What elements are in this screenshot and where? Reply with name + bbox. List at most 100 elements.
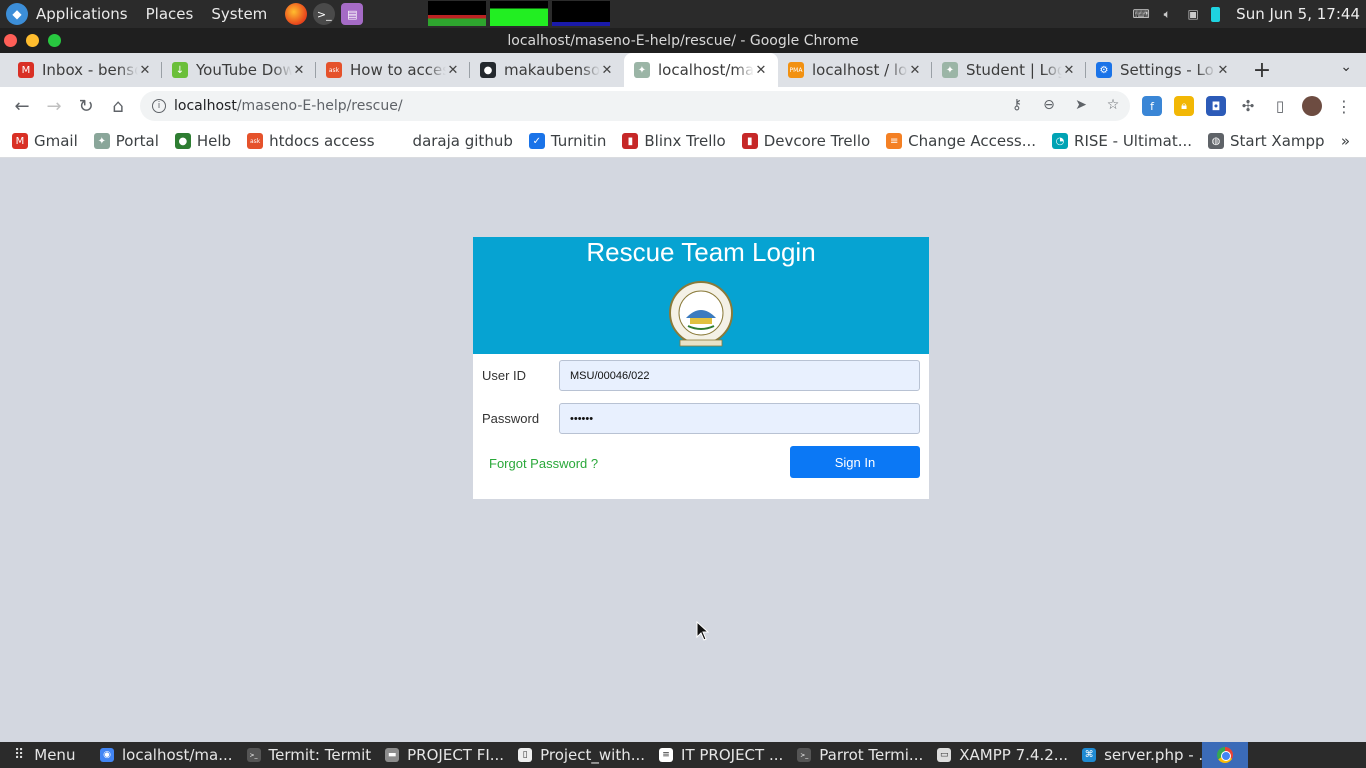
document-icon: ▯ bbox=[518, 748, 533, 762]
places-menu[interactable]: Places bbox=[146, 5, 194, 23]
keyboard-icon[interactable]: ⌨ bbox=[1133, 7, 1150, 21]
tab-search-icon[interactable]: ⌄ bbox=[1340, 59, 1352, 75]
network-icon[interactable]: ▣ bbox=[1185, 7, 1201, 21]
close-tab-icon[interactable]: ✕ bbox=[908, 63, 922, 78]
bookmark-label: Turnitin bbox=[550, 132, 607, 150]
reload-icon[interactable]: ↻ bbox=[74, 94, 98, 118]
writer-icon: ≡ bbox=[659, 748, 674, 762]
bookmark-item[interactable]: M Gmail bbox=[12, 132, 78, 150]
close-tab-icon[interactable]: ✕ bbox=[1216, 63, 1230, 78]
bookmark-label: Start Xampp bbox=[1230, 132, 1325, 150]
bookmark-item[interactable]: daraja github bbox=[390, 132, 513, 150]
browser-tab[interactable]: PMA localhost / lo ✕ bbox=[778, 53, 932, 87]
download-icon: ↓ bbox=[172, 62, 188, 78]
new-tab-button[interactable]: + bbox=[1248, 53, 1276, 87]
firefox-launcher-icon[interactable] bbox=[285, 3, 308, 25]
browser-tab[interactable]: ✦ localhost/ma ✕ bbox=[624, 53, 778, 87]
sign-in-button[interactable]: Sign In bbox=[790, 446, 920, 478]
bookmark-item[interactable]: ▮ Devcore Trello bbox=[741, 132, 870, 150]
window-title: localhost/maseno-E-help/rescue/ - Google… bbox=[507, 32, 859, 49]
home-icon[interactable]: ⌂ bbox=[106, 94, 130, 118]
extension-icon[interactable]: ◘ bbox=[1206, 96, 1226, 116]
login-header: Rescue Team Login bbox=[473, 237, 929, 354]
bookmark-label: Change Access... bbox=[908, 132, 1037, 150]
userid-input[interactable]: MSU/00046/022 bbox=[559, 360, 920, 391]
clock[interactable]: Sun Jun 5, 17:44 bbox=[1236, 5, 1360, 23]
notes-launcher-icon[interactable]: ▤ bbox=[341, 3, 364, 25]
browser-tab[interactable]: ✦ Student | Log ✕ bbox=[932, 53, 1086, 87]
close-tab-icon[interactable]: ✕ bbox=[292, 63, 306, 78]
puzzle-icon[interactable]: ✣ bbox=[1238, 96, 1258, 116]
browser-tab[interactable]: M Inbox - benso ✕ bbox=[8, 53, 162, 87]
bookmark-item[interactable]: ● Helb bbox=[174, 132, 232, 150]
close-tab-icon[interactable]: ✕ bbox=[1062, 63, 1076, 78]
maseno-university-seal bbox=[669, 281, 733, 347]
bookmark-item[interactable]: ask htdocs access bbox=[247, 132, 375, 150]
bookmark-item[interactable]: ◔ RISE - Ultimat... bbox=[1052, 132, 1192, 150]
system-monitors bbox=[428, 1, 610, 26]
browser-tab[interactable]: ● makaubenson ✕ bbox=[470, 53, 624, 87]
lock-extension-icon[interactable]: 🔒︎ bbox=[1174, 96, 1194, 116]
applications-menu[interactable]: Applications bbox=[36, 5, 128, 23]
back-icon[interactable]: ← bbox=[10, 94, 34, 118]
browser-tab[interactable]: ask How to acces ✕ bbox=[316, 53, 470, 87]
bookmark-item[interactable]: ◍ Start Xampp bbox=[1208, 132, 1325, 150]
key-icon[interactable]: ⚷ bbox=[1008, 96, 1026, 114]
bookmark-label: htdocs access bbox=[269, 132, 375, 150]
browser-tab[interactable]: ⚙ Settings - Lo ✕ bbox=[1086, 53, 1240, 87]
chrome-taskbar-button[interactable] bbox=[1202, 742, 1248, 768]
browser-toolbar: ← → ↻ ⌂ i localhost/maseno-E-help/rescue… bbox=[0, 87, 1366, 125]
close-window-button[interactable] bbox=[4, 34, 17, 47]
forward-icon[interactable]: → bbox=[42, 94, 66, 118]
bookmark-item[interactable]: ✓ Turnitin bbox=[528, 132, 607, 150]
forgot-password-link[interactable]: Forgot Password ? bbox=[489, 456, 598, 471]
browser-tab[interactable]: ↓ YouTube Dow ✕ bbox=[162, 53, 316, 87]
system-menu[interactable]: System bbox=[211, 5, 267, 23]
taskbar-window-button[interactable]: ≡ IT PROJECT ... bbox=[659, 746, 783, 764]
system-panel: ◆ Applications Places System >_ ▤ ⌨ 🔈︎ ▣… bbox=[0, 0, 1366, 28]
maximize-window-button[interactable] bbox=[48, 34, 61, 47]
bookmark-label: Helb bbox=[196, 132, 232, 150]
taskbar-window-button[interactable]: ⌘ server.php - ... bbox=[1082, 746, 1213, 764]
chrome-icon bbox=[1217, 747, 1233, 763]
globe-icon: ◍ bbox=[1208, 133, 1225, 149]
parrot-logo-icon[interactable]: ◆ bbox=[6, 3, 28, 25]
taskbar-window-button[interactable]: ▬ PROJECT FI... bbox=[385, 746, 504, 764]
volume-icon[interactable]: 🔈︎ bbox=[1159, 7, 1175, 21]
close-tab-icon[interactable]: ✕ bbox=[600, 63, 614, 78]
tab-title: Student | Log bbox=[966, 61, 1062, 79]
password-input[interactable]: •••••• bbox=[559, 403, 920, 434]
send-icon[interactable]: ➤ bbox=[1072, 96, 1090, 114]
sidepanel-icon[interactable]: ▯ bbox=[1270, 96, 1290, 116]
window-controls bbox=[4, 34, 61, 47]
more-bookmarks-icon[interactable]: » bbox=[1341, 132, 1350, 150]
taskbar-window-button[interactable]: >_ Termit: Termit bbox=[246, 746, 371, 764]
chrome-menu-icon[interactable]: ⋮ bbox=[1334, 96, 1354, 116]
extension-icon[interactable]: f bbox=[1142, 96, 1162, 116]
battery-icon[interactable] bbox=[1211, 6, 1221, 22]
site-info-icon[interactable]: i bbox=[152, 99, 166, 113]
avatar[interactable] bbox=[1302, 96, 1322, 116]
bookmark-item[interactable]: ✦ Portal bbox=[93, 132, 159, 150]
taskbar-window-button[interactable]: ▭ XAMPP 7.4.2... bbox=[937, 746, 1068, 764]
close-tab-icon[interactable]: ✕ bbox=[754, 63, 768, 78]
tab-strip: M Inbox - benso ✕ ↓ YouTube Dow ✕ ask How to ac… bbox=[0, 53, 1366, 87]
bookmark-item[interactable]: ▮ Blinx Trello bbox=[622, 132, 726, 150]
bookmark-item[interactable]: ≡ Change Access... bbox=[886, 132, 1036, 150]
taskbar-window-button[interactable]: >_ Parrot Termi... bbox=[797, 746, 923, 764]
terminal-launcher-icon[interactable]: >_ bbox=[313, 3, 336, 25]
taskbar-window-label: server.php - ... bbox=[1104, 746, 1213, 764]
password-row: Password •••••• bbox=[482, 403, 920, 434]
address-bar[interactable]: i localhost/maseno-E-help/rescue/ ⚷ ⊖ ➤ … bbox=[140, 91, 1130, 121]
system-tray: ⌨ 🔈︎ ▣ Sun Jun 5, 17:44 bbox=[1133, 0, 1366, 28]
bookmark-star-icon[interactable]: ☆ bbox=[1104, 96, 1122, 114]
close-tab-icon[interactable]: ✕ bbox=[446, 63, 460, 78]
close-tab-icon[interactable]: ✕ bbox=[138, 63, 152, 78]
omnibox-actions: ⚷ ⊖ ➤ ☆ bbox=[1008, 96, 1122, 114]
taskbar-window-label: Project_with... bbox=[540, 746, 646, 764]
minimize-window-button[interactable] bbox=[26, 34, 39, 47]
taskbar-menu-button[interactable]: ⠿ Menu bbox=[0, 746, 100, 764]
taskbar-window-button[interactable]: ◉ localhost/ma... bbox=[100, 746, 233, 764]
taskbar-window-button[interactable]: ▯ Project_with... bbox=[518, 746, 645, 764]
zoom-icon[interactable]: ⊖ bbox=[1040, 96, 1058, 114]
